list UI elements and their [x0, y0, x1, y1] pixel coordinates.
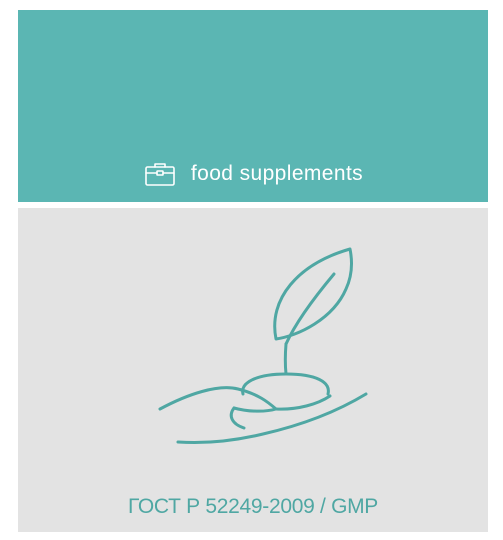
briefcase-icon — [145, 163, 175, 186]
gost-gmp-caption: ГОСТ Р 52249-2009 / GMP — [127, 495, 379, 518]
page: food supplements ГОСТ Р 52249-2009 / GMP — [0, 0, 503, 540]
food-supplements-label-row: food supplements — [18, 160, 488, 188]
plant-in-hand-icon — [158, 247, 368, 445]
food-supplements-card[interactable]: food supplements — [18, 10, 488, 202]
gost-gmp-card[interactable]: ГОСТ Р 52249-2009 / GMP — [18, 208, 488, 532]
food-supplements-label: food supplements — [190, 162, 364, 185]
